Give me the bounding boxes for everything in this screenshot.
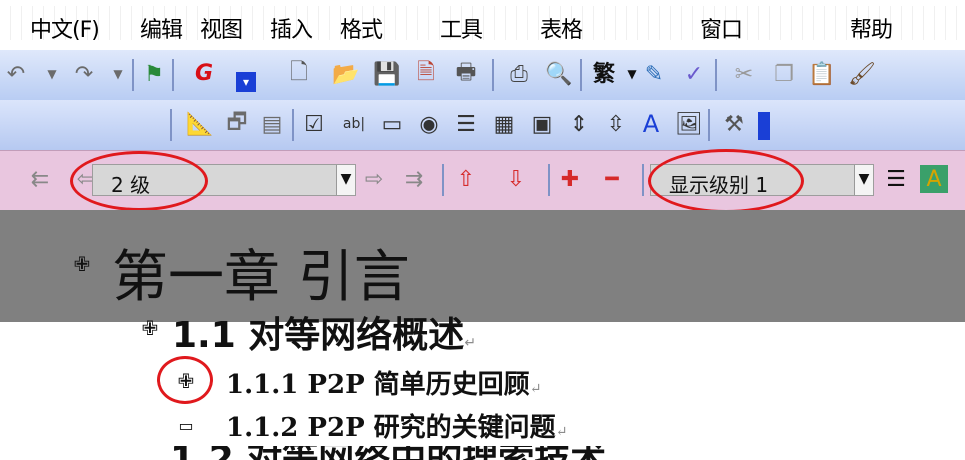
toolbar-separator [442,164,444,196]
promote-to-heading1-icon[interactable]: ⇇ [26,165,54,193]
paragraph-mark-icon: ↵ [555,424,568,440]
toolbar-separator [172,59,174,91]
listbox-icon[interactable]: ☰ [452,110,480,138]
demote-icon[interactable]: ⇨ [360,165,388,193]
button-icon[interactable]: ▭ [378,110,406,138]
spellcheck-icon[interactable]: ✓ [680,60,708,88]
toolbar-separator [715,59,717,91]
section-heading-partial: 1.2 对等网络中的搜索技术 [170,446,690,460]
move-up-icon[interactable]: ⇧ [452,165,480,193]
toolbar-separator [492,59,494,91]
new-icon[interactable]: 🗋 [285,60,313,88]
checkbox-icon[interactable]: ☑ [300,110,328,138]
design-mode-icon[interactable]: 📐 [186,110,214,138]
permission-icon[interactable]: 🗎 [412,60,440,88]
redo-icon[interactable]: ↷ [70,60,98,88]
logo-dropdown-icon[interactable]: ▾ [236,72,256,92]
menu-edit[interactable]: 编辑 [140,12,183,44]
menu-help[interactable]: 帮助 [850,12,893,44]
subsection-heading-2-text: 1.1.2 P2P 研究的关键问题 [226,413,556,443]
redo-dropdown-icon[interactable]: ▼ [104,60,132,88]
outline-level-value: 2 级 [111,173,151,197]
toolbar-separator [642,164,644,196]
toolbar-separator [548,164,550,196]
label-icon[interactable]: A [637,110,665,138]
toolbar-separator [132,59,134,91]
section-heading: 1.1 对等网络概述↵ [172,306,476,358]
spin-icon[interactable]: ⇕ [565,110,593,138]
show-level-select[interactable]: 显示级别 1 ▼ [650,164,874,197]
textbox-icon[interactable]: ab| [340,110,368,138]
menu-bar: 中文(F) 编辑 视图 插入 格式 工具 表格 窗口 帮助 [0,0,965,52]
collapsed-square-icon[interactable]: ▭ [176,415,196,435]
toolbar-separator [580,59,582,91]
print-preview-icon[interactable]: 🔍 [545,60,573,88]
menu-view[interactable]: 视图 [200,12,243,44]
expand-icon[interactable]: ✚ [556,165,584,193]
chapter-heading-band: ✙ 第一章 引言 [0,210,965,322]
undo-icon[interactable]: ↶ [2,60,30,88]
expand-plus-icon[interactable]: ✙ [140,316,160,340]
section-heading-partial-text: 1.2 对等网络中的搜索技术 [170,446,606,460]
demote-to-body-icon[interactable]: ⇉ [400,165,428,193]
open-icon[interactable]: 📂 [332,60,360,88]
chevron-down-icon[interactable]: ▼ [854,165,873,195]
outlining-toolbar: ⇇ ⇦ 2 级 ▼ ⇨ ⇉ ⇧ ⇩ ✚ ━ 显示级别 1 ▼ ☰ A [0,150,965,212]
print-icon[interactable]: ⎙ [505,60,533,88]
move-down-icon[interactable]: ⇩ [502,165,530,193]
subsection-heading-2: 1.1.2 P2P 研究的关键问题↵ [226,407,567,444]
collapse-icon[interactable]: ━ [598,165,626,193]
view-code-icon[interactable]: ▤ [258,110,286,138]
help-icon[interactable]: ⚑ [140,60,168,88]
save-icon[interactable]: 💾 [373,60,401,88]
paste-icon[interactable]: 📋 [808,60,836,88]
menu-table[interactable]: 表格 [540,12,583,44]
combobox-icon[interactable]: ▦ [490,110,518,138]
toolbar-handle-icon [758,112,770,140]
show-first-line-icon[interactable]: ☰ [882,165,910,193]
paragraph-mark-icon: ↵ [464,335,477,351]
expand-plus-icon[interactable]: ✙ [176,369,196,393]
more-controls-icon[interactable]: ⚒ [720,110,748,138]
format-painter-icon[interactable]: 🖌 [848,60,876,88]
print-icon-small[interactable]: 🖶 [452,60,480,88]
expand-plus-icon[interactable]: ✙ [72,252,92,276]
logo-icon[interactable]: G [190,59,218,87]
show-level-value: 显示级别 1 [669,173,769,197]
chapter-heading: 第一章 引言 [112,245,410,310]
standard-toolbar: ↶ ▼ ↷ ▼ ⚑ G ▾ 🗋 📂 💾 🗎 🖶 ⎙ 🔍 繁 ▼ ✎ ✓ ✂ ❐ … [0,50,965,101]
copy-icon[interactable]: ❐ [770,60,798,88]
option-button-icon[interactable]: ◉ [415,110,443,138]
toolbar-separator [292,109,294,141]
traditional-chinese-icon[interactable]: 繁 [590,58,618,87]
toolbar-separator [708,109,710,141]
show-formatting-icon[interactable]: A [920,165,948,193]
menu-file[interactable]: 中文(F) [30,12,100,44]
cut-icon[interactable]: ✂ [730,60,758,88]
subsection-heading-1-text: 1.1.1 P2P 简单历史回顾 [226,370,530,400]
chevron-down-icon[interactable]: ▼ [336,165,355,195]
control-toolbox: 📐 🗗 ▤ ☑ ab| ▭ ◉ ☰ ▦ ▣ ⇕ ⇳ A 🖼 ⚒ [0,100,965,151]
toggle-icon[interactable]: ▣ [528,110,556,138]
scrollbar-icon[interactable]: ⇳ [602,110,630,138]
outline-level-select[interactable]: 2 级 ▼ [92,164,356,197]
menu-insert[interactable]: 插入 [270,12,313,44]
menu-tools[interactable]: 工具 [440,12,483,44]
section-heading-text: 1.1 对等网络概述 [172,315,465,356]
properties-icon[interactable]: 🗗 [223,110,251,138]
toolbar-separator [170,109,172,141]
menu-format[interactable]: 格式 [340,12,383,44]
paragraph-mark-icon: ↵ [529,381,542,397]
research-icon[interactable]: ✎ [640,60,668,88]
subsection-heading-1: 1.1.1 P2P 简单历史回顾↵ [226,364,541,401]
menu-window[interactable]: 窗口 [700,12,743,44]
image-icon[interactable]: 🖼 [675,110,703,138]
undo-dropdown-icon[interactable]: ▼ [38,60,66,88]
